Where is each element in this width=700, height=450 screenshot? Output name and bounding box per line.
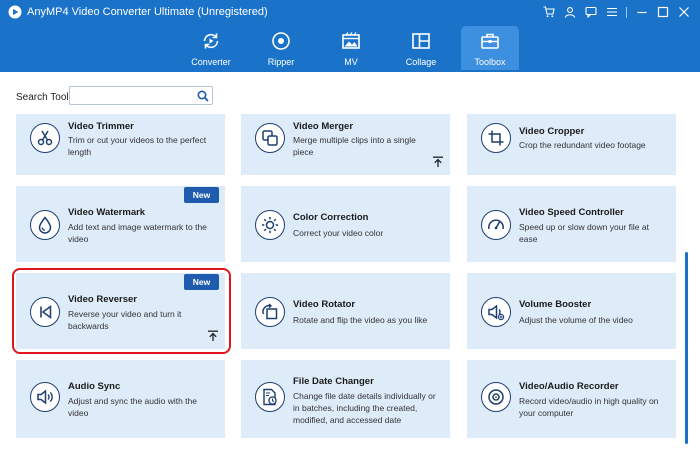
toolbox-icon (481, 33, 499, 49)
tool-description: Speed up or slow down your file at ease (519, 222, 649, 244)
tab-label: MV (344, 57, 358, 67)
tool-name: Video/Audio Recorder (519, 381, 619, 392)
tool-description: Record video/audio in high quality on yo… (519, 396, 659, 418)
tool-description: Crop the redundant video footage (519, 140, 646, 150)
tool-card-video-merger[interactable]: Video Merger Merge multiple clips into a… (241, 114, 450, 175)
tool-name: Video Cropper (519, 126, 585, 137)
speedometer-icon (488, 219, 504, 230)
search-input[interactable] (73, 88, 193, 103)
maximize-icon (657, 6, 668, 18)
tool-icon (255, 210, 285, 240)
tool-card-video-speed-controller[interactable]: Video Speed Controller Speed up or slow … (467, 186, 676, 262)
pin-to-top-icon[interactable] (432, 156, 444, 168)
close-icon (678, 7, 689, 17)
new-badge: New (184, 187, 219, 203)
tab-label: Converter (191, 57, 231, 67)
close-button[interactable] (673, 3, 694, 21)
tool-icon (255, 382, 285, 412)
cart-icon (543, 6, 555, 18)
tool-icon (481, 297, 511, 327)
mv-icon (342, 32, 360, 49)
collage-icon (412, 33, 430, 49)
tool-icon (481, 382, 511, 412)
tool-description: Adjust and sync the audio with the video (68, 396, 197, 418)
user-button[interactable] (559, 3, 580, 21)
tool-name: Video Speed Controller (519, 207, 624, 218)
window-controls (538, 3, 694, 21)
tool-icon (481, 123, 511, 153)
tool-card-volume-booster[interactable]: Volume Booster Adjust the volume of the … (467, 273, 676, 349)
rotate-icon (262, 303, 278, 320)
selection-highlight (12, 268, 231, 354)
crop-icon (488, 130, 504, 146)
maximize-button[interactable] (652, 3, 673, 21)
scissors-icon (37, 130, 53, 146)
file-clock-icon (263, 388, 277, 406)
tool-description: Trim or cut your videos to the perfect l… (68, 135, 207, 157)
tool-name: File Date Changer (293, 376, 374, 387)
drop-icon (38, 216, 52, 234)
chat-icon (584, 6, 597, 18)
tool-name: Video Merger (293, 121, 354, 132)
minimize-button[interactable] (631, 3, 652, 21)
tool-description: Correct your video color (293, 228, 384, 238)
tab-converter[interactable]: Converter (182, 26, 240, 70)
audio-sync-icon (37, 389, 53, 405)
ripper-icon (272, 32, 290, 50)
minimize-icon (637, 11, 646, 14)
tool-name: Video Trimmer (68, 121, 134, 132)
tool-card-audio-sync[interactable]: Audio Sync Adjust and sync the audio wit… (16, 360, 225, 438)
sun-icon (262, 217, 278, 233)
tab-toolbox[interactable]: Toolbox (461, 26, 519, 70)
search-icon[interactable] (197, 90, 209, 102)
tab-collage[interactable]: Collage (392, 26, 450, 70)
tool-card-video-watermark[interactable]: New Video Watermark Add text and image w… (16, 186, 225, 262)
tool-icon (30, 123, 60, 153)
tab-label: Toolbox (474, 57, 506, 67)
separator (626, 6, 627, 18)
cart-button[interactable] (538, 3, 559, 21)
title-bar: AnyMP4 Video Converter Ultimate (Unregis… (0, 0, 700, 24)
tab-label: Ripper (267, 57, 295, 67)
tool-name: Video Watermark (68, 207, 146, 218)
tool-description: Change file date details individually or… (293, 391, 436, 425)
tool-icon (255, 123, 285, 153)
search-box (69, 86, 213, 105)
tool-name: Volume Booster (519, 299, 592, 310)
tool-card-file-date-changer[interactable]: File Date Changer Change file date detai… (241, 360, 450, 438)
tab-mv[interactable]: MV (322, 26, 380, 70)
converter-icon (203, 33, 219, 49)
tool-description: Adjust the volume of the video (519, 315, 633, 325)
tool-card-color-correction[interactable]: Color Correction Correct your video colo… (241, 186, 450, 262)
record-icon (488, 389, 504, 405)
vertical-scrollbar[interactable] (685, 252, 688, 444)
tool-icon (30, 382, 60, 412)
tool-card-video-trimmer[interactable]: Video Trimmer Trim or cut your videos to… (16, 114, 225, 175)
tool-icon (255, 297, 285, 327)
app-logo-icon (8, 5, 22, 19)
app-title: AnyMP4 Video Converter Ultimate (Unregis… (27, 6, 268, 18)
user-icon (564, 7, 575, 18)
tab-label: Collage (405, 57, 437, 67)
app-header: AnyMP4 Video Converter Ultimate (Unregis… (0, 0, 700, 72)
tool-card-video-audio-recorder[interactable]: Video/Audio Recorder Record video/audio … (467, 360, 676, 438)
tab-ripper[interactable]: Ripper (252, 26, 310, 70)
tool-card-video-rotator[interactable]: Video Rotator Rotate and flip the video … (241, 273, 450, 349)
merge-icon (262, 130, 278, 146)
feedback-button[interactable] (580, 3, 601, 21)
main-nav-tabs: Converter Ripper MV Collage Toolbox (0, 24, 700, 72)
menu-button[interactable] (601, 3, 622, 21)
tool-description: Merge multiple clips into a single piece (293, 135, 416, 157)
tool-icon (30, 210, 60, 240)
tool-icon (481, 210, 511, 240)
tool-name: Video Rotator (293, 299, 356, 310)
tool-name: Color Correction (293, 212, 369, 223)
tool-card-video-cropper[interactable]: Video Cropper Crop the redundant video f… (467, 114, 676, 175)
speaker-icon (488, 304, 505, 321)
hamburger-menu-icon (606, 7, 617, 17)
tool-description: Rotate and flip the video as you like (293, 315, 428, 325)
tool-description: Add text and image watermark to the vide… (68, 222, 207, 244)
search-label: Search Tool: (16, 92, 72, 103)
tool-name: Audio Sync (68, 381, 121, 392)
